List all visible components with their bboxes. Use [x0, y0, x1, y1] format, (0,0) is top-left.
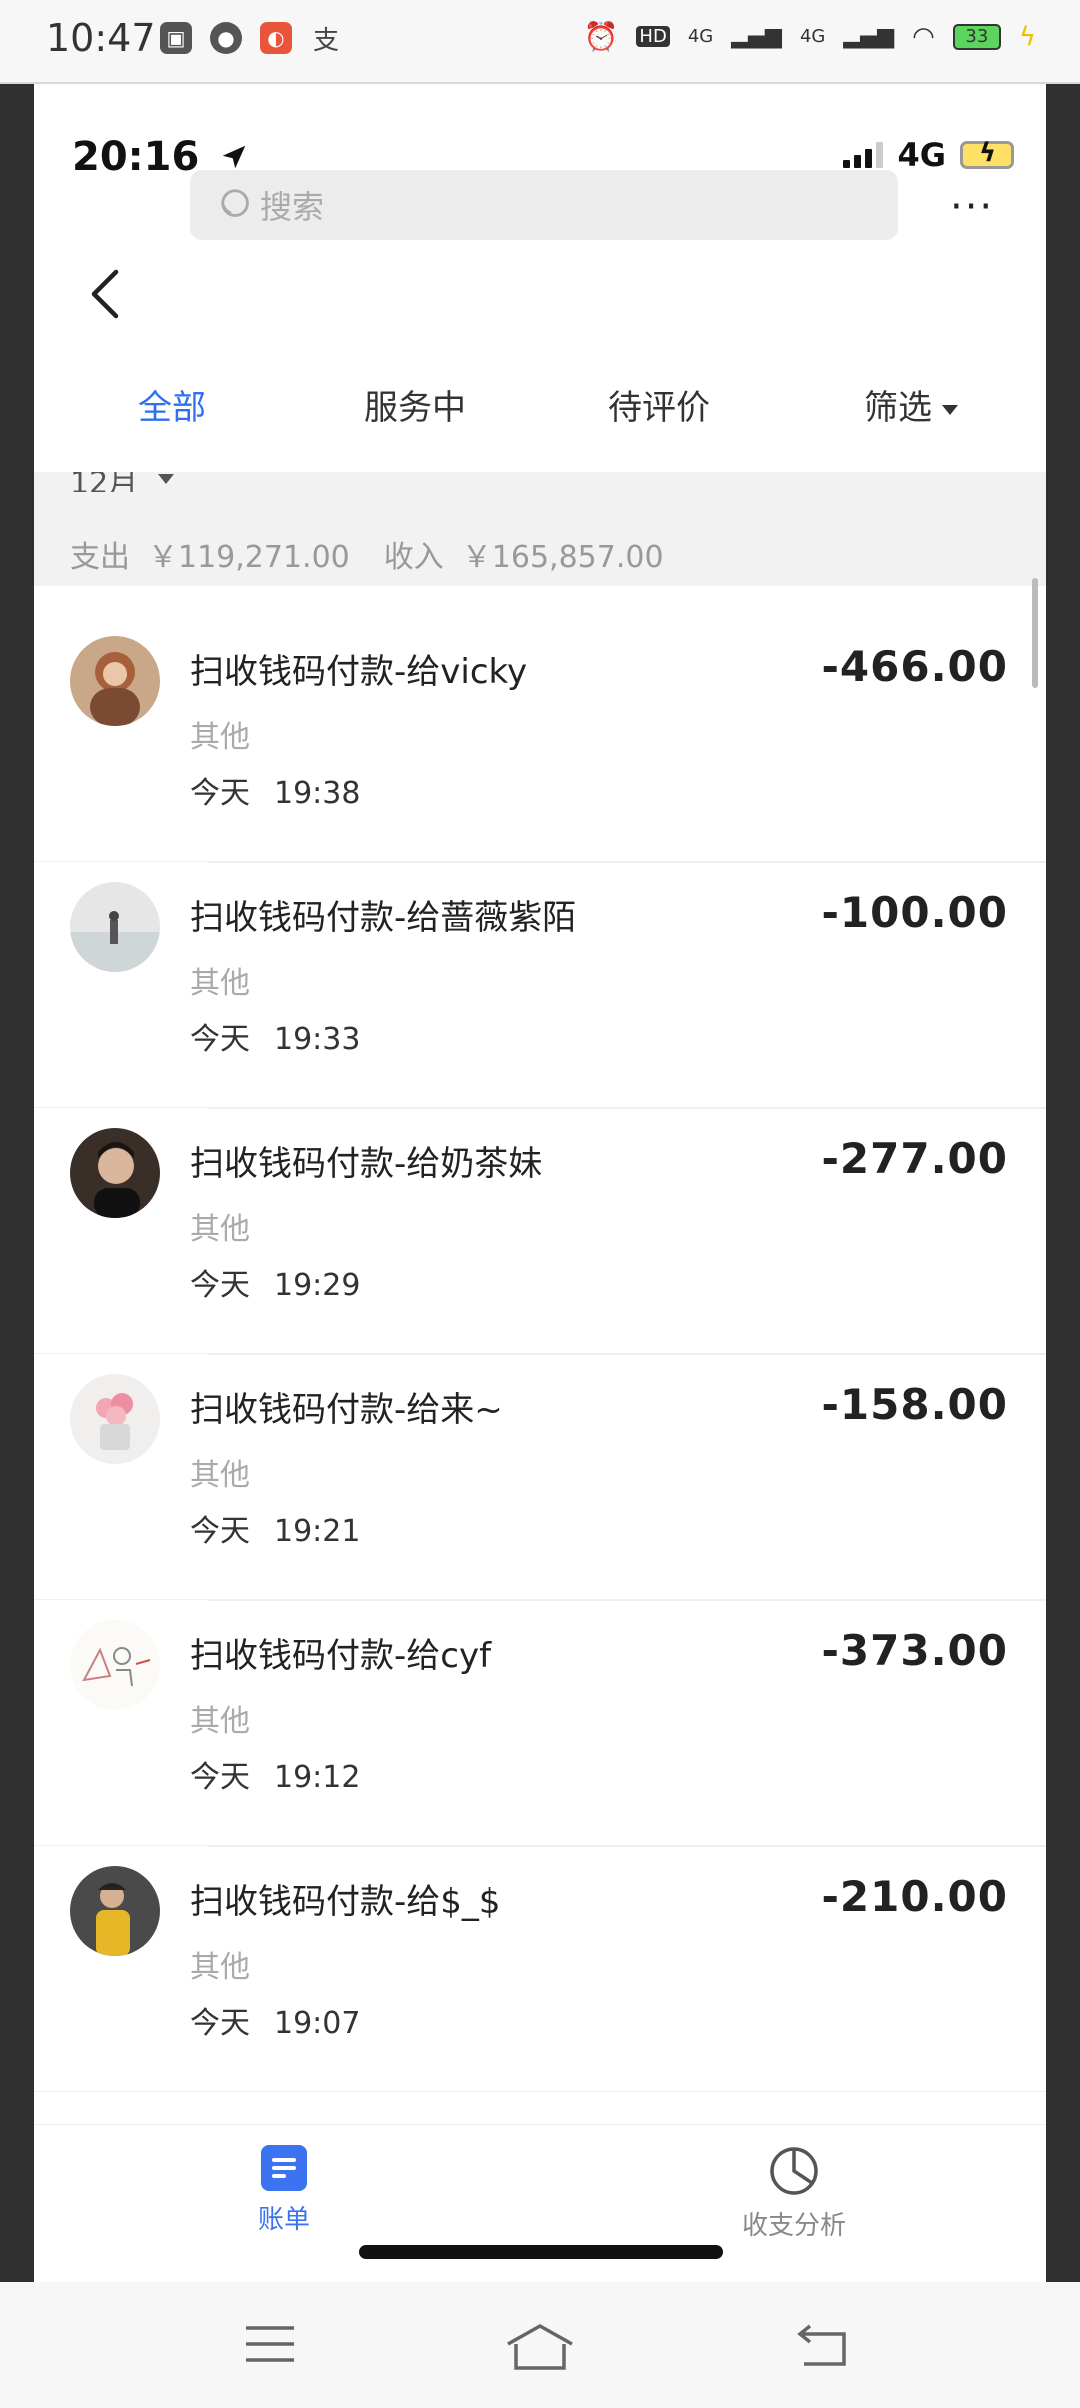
transaction-row[interactable]: 扫收钱码付款-给vicky 其他 今天 19:38 -466.00 [34, 616, 1046, 862]
app-notification-icon: ▣ [160, 22, 192, 54]
dropdown-triangle-icon [942, 404, 958, 415]
row-divider [208, 1600, 1046, 1601]
transaction-time: 今天 19:07 [190, 2006, 361, 2041]
bill-icon [261, 2145, 307, 2191]
avatar [70, 636, 160, 726]
transaction-amount: -158.00 [821, 1380, 1008, 1429]
transaction-category: 其他 [190, 966, 250, 1001]
screenshot-card: 20:16 4G ϟ 搜索 ··· 全部 服务中 待评价 筛选 12月 支出 ￥… [34, 84, 1046, 2282]
transaction-category: 其他 [190, 720, 250, 755]
income-label: 收入 [383, 540, 444, 575]
tab-filter[interactable]: 筛选 [864, 380, 958, 429]
transaction-row[interactable]: 扫收钱码付款-给奶茶妹 其他 今天 19:29 -277.00 [34, 1108, 1046, 1354]
back-icon[interactable] [796, 2322, 850, 2368]
tab-all[interactable]: 全部 [138, 380, 206, 429]
transaction-row[interactable]: 扫收钱码付款-给蔷薇紫陌 其他 今天 19:33 -100.00 [34, 862, 1046, 1108]
month-selector[interactable]: 12月 [70, 472, 174, 492]
wechat-icon: ● [210, 22, 242, 54]
wifi-icon: ◠ [912, 21, 935, 52]
search-input[interactable]: 搜索 [190, 170, 898, 240]
system-time: 10:47 [46, 16, 156, 60]
transaction-amount: -373.00 [821, 1626, 1008, 1675]
transaction-title: 扫收钱码付款-给蔷薇紫陌 [190, 898, 577, 938]
month-summary: 12月 支出 ￥119,271.00 收入 ￥165,857.00 [34, 472, 1046, 586]
transaction-amount: -210.00 [821, 1872, 1008, 1921]
filter-label: 筛选 [864, 388, 932, 428]
signal-icon-1: ▂▄▆ [731, 24, 782, 49]
row-divider [208, 1846, 1046, 1847]
bottom-tab-bar: 账单 收支分析 [34, 2124, 1046, 2282]
transaction-title: 扫收钱码付款-给奶茶妹 [190, 1144, 543, 1184]
menu-icon[interactable] [244, 2322, 296, 2366]
cell-signal-icon [843, 142, 884, 168]
filter-tabs: 全部 服务中 待评价 筛选 [34, 380, 1046, 460]
expense-label: 支出 [70, 540, 130, 575]
transaction-row[interactable]: 扫收钱码付款-给来~ 其他 今天 19:21 -158.00 [34, 1354, 1046, 1600]
transaction-time: 今天 19:29 [190, 1268, 361, 1303]
transaction-category: 其他 [190, 1458, 250, 1493]
row-divider [208, 1108, 1046, 1109]
nav-bill-tab[interactable]: 账单 [244, 2145, 324, 2236]
home-indicator [359, 2245, 723, 2259]
tab-in-service[interactable]: 服务中 [364, 380, 466, 429]
transaction-time: 今天 19:38 [190, 776, 361, 811]
network-4g-label-2: 4G [799, 26, 826, 47]
transaction-amount: -466.00 [821, 642, 1008, 691]
transaction-amount: -100.00 [821, 888, 1008, 937]
pie-chart-icon [770, 2147, 818, 2195]
hd-icon: HD [636, 26, 670, 47]
expense-amount: ￥119,271.00 [148, 540, 350, 575]
search-icon [221, 189, 249, 217]
transaction-title: 扫收钱码付款-给$_$ [190, 1882, 501, 1922]
transaction-time: 今天 19:12 [190, 1760, 361, 1795]
income-amount: ￥165,857.00 [461, 540, 664, 575]
network-4g-label: 4G [687, 26, 714, 47]
more-options-icon[interactable]: ··· [950, 184, 994, 230]
transaction-row[interactable]: 扫收钱码付款-给cyf 其他 今天 19:12 -373.00 [34, 1600, 1046, 1846]
charging-icon: ϟ [1018, 21, 1036, 52]
transaction-row[interactable]: 扫收钱码付款-给$_$ 其他 今天 19:07 -210.00 [34, 1846, 1046, 2092]
inner-network-label: 4G [897, 136, 946, 174]
transaction-amount: -277.00 [821, 1134, 1008, 1183]
transaction-title: 扫收钱码付款-给来~ [190, 1390, 503, 1430]
location-arrow-icon [223, 145, 246, 169]
weibo-icon: ◐ [260, 22, 292, 54]
scrollbar[interactable] [1032, 578, 1038, 688]
bolt-icon: ϟ [979, 138, 997, 168]
battery-icon: 33 [952, 23, 1001, 50]
transaction-time: 今天 19:21 [190, 1514, 361, 1549]
avatar [70, 1374, 160, 1464]
transaction-time: 今天 19:33 [190, 1022, 361, 1057]
alarm-icon: ⏰ [583, 20, 619, 53]
system-status-bar: 10:47 ▣ ● ◐ 支 ⏰ HD 4G ▂▄▆ 4G ▂▄▆ ◠ 33 ϟ [0, 0, 1080, 84]
avatar [70, 1866, 160, 1956]
avatar [70, 882, 160, 972]
avatar [70, 1128, 160, 1218]
row-divider [208, 862, 1046, 863]
row-divider [208, 1354, 1046, 1355]
nav-analysis-label: 收支分析 [741, 2211, 846, 2241]
transaction-title: 扫收钱码付款-给vicky [190, 652, 528, 692]
transaction-category: 其他 [190, 1950, 250, 1985]
signal-icon-2: ▂▄▆ [843, 24, 895, 49]
inner-battery-icon: ϟ [960, 138, 1014, 169]
back-chevron-icon[interactable] [78, 264, 138, 324]
home-icon[interactable] [504, 2322, 576, 2372]
system-navigation-bar [0, 2282, 1080, 2408]
notification-icons: ▣ ● ◐ 支 [160, 22, 342, 56]
transaction-category: 其他 [190, 1212, 250, 1247]
avatar [70, 1620, 160, 1710]
tab-to-review[interactable]: 待评价 [608, 380, 710, 429]
transaction-title: 扫收钱码付款-给cyf [190, 1636, 492, 1676]
transaction-category: 其他 [190, 1704, 250, 1739]
month-dropdown-icon [157, 473, 174, 484]
transaction-list: 扫收钱码付款-给vicky 其他 今天 19:38 -466.00 扫收钱码付款-… [34, 616, 1046, 2092]
search-placeholder: 搜索 [260, 188, 325, 226]
alipay-icon: 支 [312, 25, 339, 56]
summary-totals: 支出 ￥119,271.00 收入 ￥165,857.00 [70, 532, 682, 576]
nav-bill-label: 账单 [257, 2205, 310, 2235]
nav-analysis-tab[interactable]: 收支分析 [734, 2145, 854, 2242]
